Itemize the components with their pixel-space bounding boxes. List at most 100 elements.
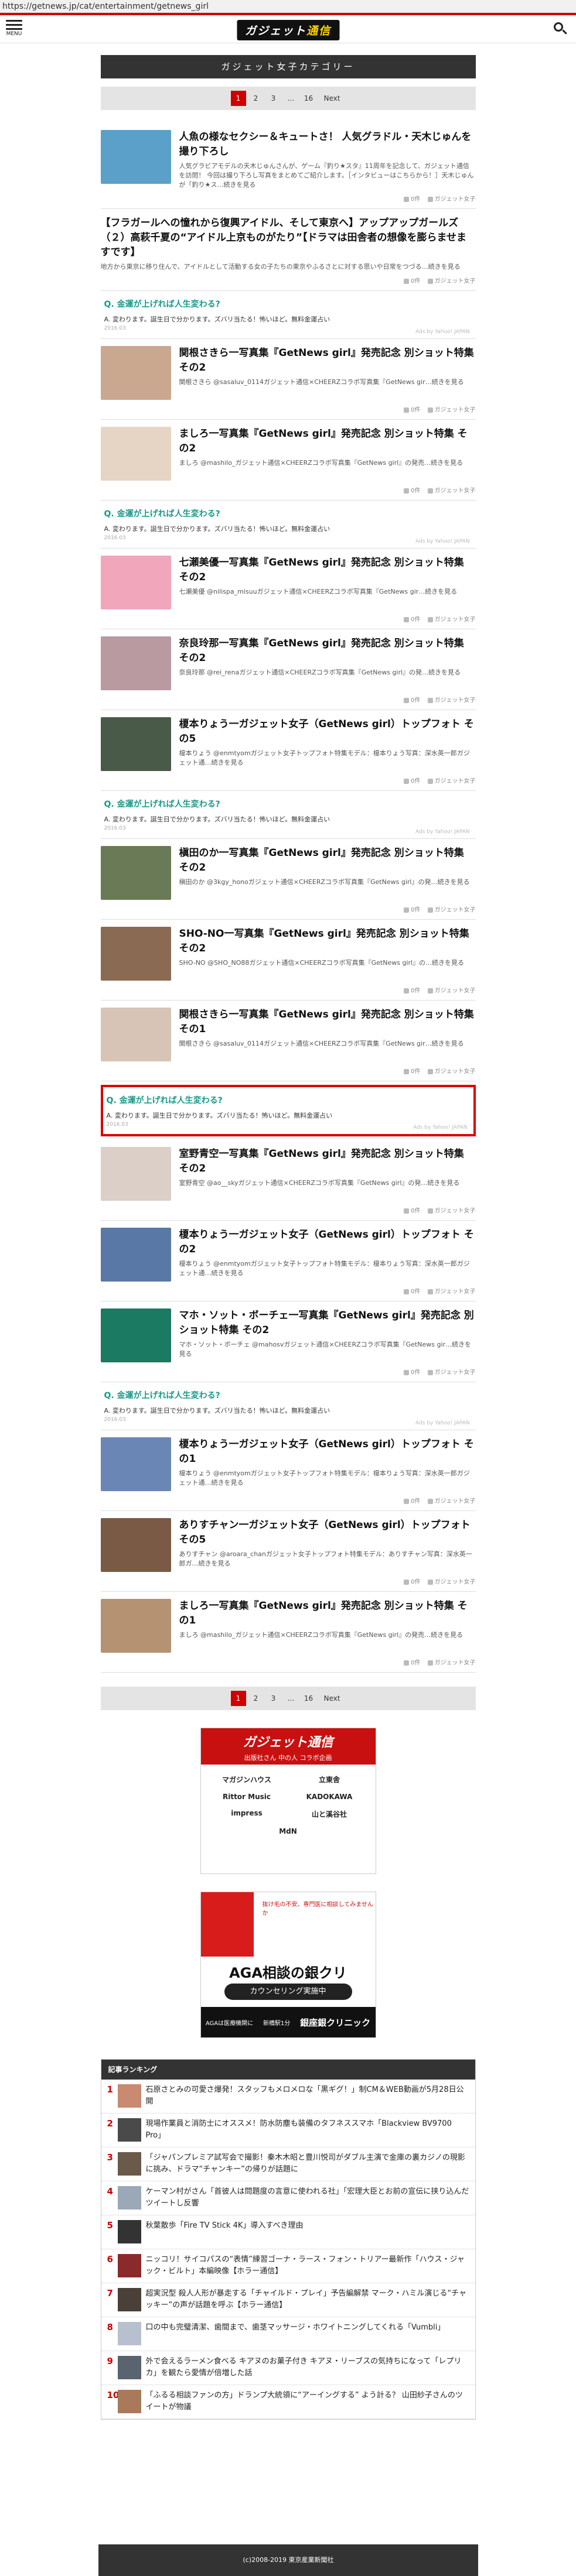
article-title[interactable]: マホ・ソット・ボーチェ一写真集『GetNews girl』発売記念 別ショット特…: [179, 1308, 476, 1338]
ranking-title-text[interactable]: 石原さとみの可愛さ爆発！スタッフもメロメロな「黒ギグ！」制CM＆WEB動画が5月…: [146, 2084, 469, 2108]
menu-button[interactable]: MENU: [6, 20, 22, 37]
ranking-thumbnail[interactable]: [117, 2288, 141, 2311]
article-category[interactable]: ガジェット女子: [427, 1066, 476, 1075]
article-thumbnail[interactable]: [100, 1518, 171, 1572]
site-logo[interactable]: ガジェット通信: [236, 20, 340, 40]
page-1[interactable]: 1: [230, 91, 246, 106]
article-title[interactable]: ありすチャン一ガジェット女子（GetNews girl）トップフォト その5: [179, 1518, 476, 1547]
ranking-title-text[interactable]: ニッコリ！サイコパスの“表情”練習ゴーナ・ラース・フォン・トリアー最新作「ハウス…: [146, 2254, 469, 2277]
ranking-item[interactable]: 6 ニッコリ！サイコパスの“表情”練習ゴーナ・ラース・フォン・トリアー最新作「ハウ…: [101, 2249, 475, 2283]
article-title[interactable]: SHO-NO一写真集『GetNews girl』発売記念 別ショット特集 その2: [179, 927, 476, 956]
sponsored-ad[interactable]: Q. 金運が上げれば人生変わる? A. 変わります。誕生日で分かります。ズバリ当た…: [100, 1382, 476, 1430]
article-item[interactable]: ありすチャン一ガジェット女子（GetNews girl）トップフォト その5 あり…: [100, 1511, 476, 1592]
article-thumbnail[interactable]: [100, 636, 171, 690]
ranking-title-text[interactable]: 外で会えるラーメン食べる キアヌのお菓子付き キアヌ・リーブスの気持ちになって「…: [146, 2356, 469, 2379]
article-category[interactable]: ガジェット女子: [427, 695, 476, 704]
sponsored-ad[interactable]: Q. 金運が上げれば人生変わる? A. 変わります。誕生日で分かります。ズバリ当た…: [100, 791, 476, 839]
article-thumbnail[interactable]: [100, 556, 171, 609]
page-2[interactable]: 2: [248, 91, 264, 106]
ranking-thumbnail[interactable]: [117, 2254, 141, 2277]
page-next[interactable]: Next: [319, 1691, 346, 1706]
article-item[interactable]: 関根さきら一写真集『GetNews girl』発売記念 別ショット特集 その1 関…: [100, 1001, 476, 1081]
sponsored-ad[interactable]: Q. 金運が上げれば人生変わる? A. 変わります。誕生日で分かります。ズバリ当た…: [100, 501, 476, 549]
article-category[interactable]: ガジェット女子: [427, 985, 476, 994]
article-title[interactable]: 七瀬美優一写真集『GetNews girl』発売記念 別ショット特集 その2: [179, 556, 476, 585]
article-thumbnail[interactable]: [100, 1228, 171, 1282]
page-3[interactable]: 3: [266, 91, 281, 106]
ad-question[interactable]: Q. 金運が上げれば人生変わる?: [107, 1094, 470, 1106]
ranking-thumbnail[interactable]: [117, 2390, 141, 2413]
ranking-title-text[interactable]: 「ふるる相談ファンの方」ドランプ大統領に“アーイングする” よう計る？ 山田紗子…: [146, 2390, 469, 2413]
article-thumbnail[interactable]: [100, 1008, 171, 1061]
ranking-title-text[interactable]: ケーマン村がさん「首彼人は問題度の言意に使われる社」「宏理大臣とお前の宣伝に挟り…: [146, 2186, 469, 2210]
article-category[interactable]: ガジェット女子: [427, 1367, 476, 1376]
ad-question[interactable]: Q. 金運が上げれば人生変わる?: [104, 1389, 472, 1401]
article-item[interactable]: 槇田のか一写真集『GetNews girl』発売記念 別ショット特集 その2 槇田…: [100, 839, 476, 920]
page-3[interactable]: 3: [266, 1691, 281, 1706]
sponsored-ad[interactable]: Q. 金運が上げれば人生変わる? A. 変わります。誕生日で分かります。ズバリ当た…: [100, 1085, 476, 1136]
ranking-item[interactable]: 3 「ジャパンプレミア試写会で撮影！秦木木昭と豊川悦司がダブル主演で金庫の裏カジノ…: [101, 2147, 475, 2181]
article-item[interactable]: 関根さきら一写真集『GetNews girl』発売記念 別ショット特集 その2 関…: [100, 339, 476, 420]
article-item[interactable]: 七瀬美優一写真集『GetNews girl』発売記念 別ショット特集 その2 七瀬…: [100, 549, 476, 629]
ranking-title-text[interactable]: 超実況型 殺人人形が暴走する「チャイルド・プレイ」予告編解禁 マーク・ハミル演じ…: [146, 2288, 469, 2311]
article-title[interactable]: 関根さきら一写真集『GetNews girl』発売記念 別ショット特集 その2: [179, 346, 476, 375]
ranking-thumbnail[interactable]: [117, 2322, 141, 2345]
article-thumbnail[interactable]: [100, 717, 171, 771]
page-2[interactable]: 2: [248, 1691, 264, 1706]
article-category[interactable]: ガジェット女子: [427, 614, 476, 623]
ranking-item[interactable]: 2 現場作業員と消防士にオススメ！防水防塵も装備のタフネススマホ「Blackvie…: [101, 2113, 475, 2147]
article-thumbnail[interactable]: [100, 1599, 171, 1653]
article-item[interactable]: 榎本りょう一ガジェット女子（GetNews girl）トップフォト その1 榎本り…: [100, 1430, 476, 1511]
article-category[interactable]: ガジェット女子: [427, 1657, 476, 1666]
page-1[interactable]: 1: [230, 1691, 246, 1706]
ranking-thumbnail[interactable]: [117, 2118, 141, 2142]
article-item[interactable]: マホ・ソット・ボーチェ一写真集『GetNews girl』発売記念 別ショット特…: [100, 1301, 476, 1382]
article-item[interactable]: SHO-NO一写真集『GetNews girl』発売記念 別ショット特集 その2…: [100, 920, 476, 1001]
article-thumbnail[interactable]: [100, 1308, 171, 1362]
article-title[interactable]: ましろ一写真集『GetNews girl』発売記念 別ショット特集 その1: [179, 1599, 476, 1628]
ranking-item[interactable]: 4 ケーマン村がさん「首彼人は問題度の言意に使われる社」「宏理大臣とお前の宣伝に挟…: [101, 2181, 475, 2215]
page-last[interactable]: 16: [301, 1691, 316, 1706]
article-title[interactable]: 室野青空一写真集『GetNews girl』発売記念 別ショット特集 その2: [179, 1147, 476, 1176]
article-category[interactable]: ガジェット女子: [427, 905, 476, 913]
ad-question[interactable]: Q. 金運が上げれば人生変わる?: [104, 298, 472, 310]
ranking-title-text[interactable]: 口の中も完璧清潔、歯間まで、歯茎マッサージ・ホワイトニングしてくれる「Vumbl…: [146, 2322, 445, 2334]
ad-question[interactable]: Q. 金運が上げれば人生変わる?: [104, 508, 472, 519]
article-category[interactable]: ガジェット女子: [427, 405, 476, 413]
ranking-item[interactable]: 10 「ふるる相談ファンの方」ドランプ大統領に“アーイングする” よう計る？ 山田…: [101, 2385, 475, 2419]
address-bar[interactable]: https://getnews.jp/cat/entertainment/get…: [0, 0, 576, 13]
article-title[interactable]: 榎本りょう一ガジェット女子（GetNews girl）トップフォト その5: [179, 717, 476, 746]
page-last[interactable]: 16: [301, 91, 316, 106]
ranking-title-text[interactable]: 「ジャパンプレミア試写会で撮影！秦木木昭と豊川悦司がダブル主演で金庫の裏カジノの…: [146, 2152, 469, 2176]
ranking-item[interactable]: 8 口の中も完璧清潔、歯間まで、歯茎マッサージ・ホワイトニングしてくれる「Vumb…: [101, 2317, 475, 2351]
collab-banner[interactable]: ガジェット通信 出版社さん 中の人 コラボ企画 マガジンハウス 立東舎 Ritt…: [200, 1728, 376, 1874]
article-thumbnail[interactable]: [100, 346, 171, 400]
ranking-item[interactable]: 7 超実況型 殺人人形が暴走する「チャイルド・プレイ」予告編解禁 マーク・ハミル演…: [101, 2283, 475, 2317]
ranking-thumbnail[interactable]: [117, 2186, 141, 2210]
article-title[interactable]: 奈良玲那一写真集『GetNews girl』発売記念 別ショット特集 その2: [179, 636, 476, 666]
article-thumbnail[interactable]: [100, 846, 171, 900]
article-title[interactable]: 人魚の様なセクシー＆キュートさ！ 人気グラドル・天木じゅんを撮り下ろし: [179, 130, 476, 159]
article-title[interactable]: ましろ一写真集『GetNews girl』発売記念 別ショット特集 その2: [179, 427, 476, 456]
article-thumbnail[interactable]: [100, 427, 171, 481]
ad-question[interactable]: Q. 金運が上げれば人生変わる?: [104, 798, 472, 810]
ranking-thumbnail[interactable]: [117, 2084, 141, 2108]
article-category[interactable]: ガジェット女子: [427, 194, 476, 203]
ranking-thumbnail[interactable]: [117, 2220, 141, 2243]
article-item[interactable]: 【フラガールへの憧れから復興アイドル、そして東京へ】アップアップガールズ（２）高…: [100, 209, 476, 291]
ranking-item[interactable]: 5 秋葉散歩「Fire TV Stick 4K」導入すべき理由: [101, 2215, 475, 2249]
article-category[interactable]: ガジェット女子: [427, 776, 476, 785]
ranking-title-text[interactable]: 現場作業員と消防士にオススメ！防水防塵も装備のタフネススマホ「Blackview…: [146, 2118, 469, 2142]
article-title[interactable]: 関根さきら一写真集『GetNews girl』発売記念 別ショット特集 その1: [179, 1008, 476, 1037]
article-title[interactable]: 榎本りょう一ガジェット女子（GetNews girl）トップフォト その2: [179, 1228, 476, 1257]
article-item[interactable]: ましろ一写真集『GetNews girl』発売記念 別ショット特集 その1 ましろ…: [100, 1592, 476, 1673]
article-title[interactable]: 榎本りょう一ガジェット女子（GetNews girl）トップフォト その1: [179, 1437, 476, 1467]
ranking-item[interactable]: 9 外で会えるラーメン食べる キアヌのお菓子付き キアヌ・リーブスの気持ちになって…: [101, 2351, 475, 2385]
article-item[interactable]: 人魚の様なセクシー＆キュートさ！ 人気グラドル・天木じゅんを撮り下ろし 人気グラビ…: [100, 123, 476, 209]
article-category[interactable]: ガジェット女子: [427, 1205, 476, 1214]
ranking-thumbnail[interactable]: [117, 2356, 141, 2379]
article-category[interactable]: ガジェット女子: [427, 276, 476, 285]
article-item[interactable]: ましろ一写真集『GetNews girl』発売記念 別ショット特集 その2 ましろ…: [100, 420, 476, 501]
article-thumbnail[interactable]: [100, 1437, 171, 1491]
search-button[interactable]: [553, 21, 568, 36]
